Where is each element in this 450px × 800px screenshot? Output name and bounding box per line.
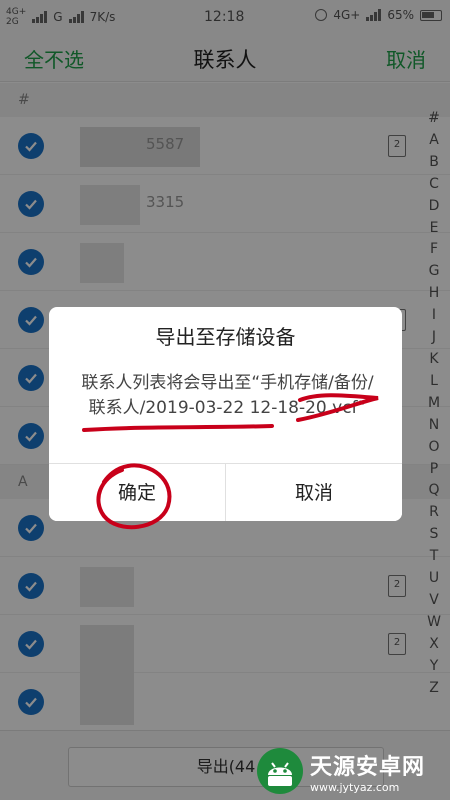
export-dialog: 导出至存储设备 联系人列表将会导出至“手机存储/备份/联系人/2019-03-2…: [49, 307, 402, 521]
watermark-url: www.jytyaz.com: [310, 780, 400, 794]
dialog-buttons: 确定 取消: [49, 463, 402, 521]
confirm-button[interactable]: 确定: [49, 464, 225, 521]
android-logo-icon: [257, 748, 303, 794]
dialog-cancel-button[interactable]: 取消: [225, 464, 402, 521]
dialog-title: 导出至存储设备: [155, 325, 296, 349]
dialog-message: 联系人列表将会导出至“手机存储/备份/联系人/2019-03-22 12-18-…: [81, 373, 374, 418]
watermark: 天源安卓网 www.jytyaz.com: [256, 746, 446, 796]
watermark-name: 天源安卓网: [310, 754, 426, 780]
